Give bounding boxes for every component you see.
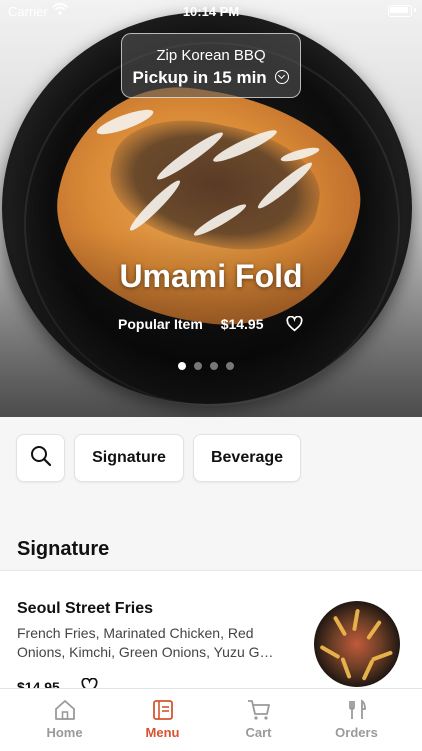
menu-item-card[interactable]: Seoul Street Fries French Fries, Marinat… — [0, 570, 422, 701]
tab-cart[interactable]: Cart — [206, 689, 311, 751]
tab-label: Cart — [245, 725, 272, 740]
carousel-dot[interactable] — [226, 362, 234, 370]
cart-icon — [206, 699, 311, 721]
item-name: Seoul Street Fries — [17, 600, 154, 617]
tab-home[interactable]: Home — [12, 689, 117, 751]
favorite-heart-icon[interactable] — [286, 315, 303, 337]
battery-icon — [388, 5, 412, 17]
restaurant-name: Zip Korean BBQ — [156, 47, 266, 64]
search-icon — [30, 445, 52, 472]
tab-menu[interactable]: Menu — [110, 689, 215, 751]
home-icon — [12, 699, 117, 721]
item-thumbnail — [314, 601, 400, 687]
clock: 10:14 PM — [182, 4, 240, 19]
tab-bar: Home Menu Cart Orders — [0, 688, 422, 751]
tab-label: Menu — [145, 725, 180, 740]
chevron-down-icon — [275, 69, 290, 84]
featured-item-title: Umami Fold — [119, 258, 303, 294]
search-button[interactable] — [16, 434, 65, 482]
item-description: French Fries, Marinated Chicken, Red Oni… — [17, 625, 274, 660]
menu-icon — [110, 699, 215, 721]
featured-hero[interactable]: Carrier 10:14 PM Zip Korean BBQ Pickup i… — [0, 0, 422, 417]
featured-tag: Popular Item — [118, 316, 203, 332]
category-chip-signature[interactable]: Signature — [74, 434, 184, 482]
tab-label: Home — [46, 725, 83, 740]
orders-icon — [304, 699, 409, 721]
carousel-pagination[interactable] — [178, 357, 242, 375]
carousel-dot[interactable] — [178, 362, 186, 370]
pickup-time: Pickup in 15 min — [132, 68, 267, 87]
section-title: Signature — [17, 538, 110, 560]
pickup-location-selector[interactable]: Zip Korean BBQ Pickup in 15 min — [121, 33, 301, 98]
category-chip-beverage[interactable]: Beverage — [193, 434, 301, 482]
carousel-dot[interactable] — [194, 362, 202, 370]
carousel-dot[interactable] — [210, 362, 218, 370]
status-bar: Carrier 10:14 PM — [0, 0, 422, 24]
tab-label: Orders — [335, 725, 378, 740]
featured-price: $14.95 — [220, 316, 264, 332]
category-filter-bar: Signature Beverage Signature — [0, 417, 422, 570]
tab-orders[interactable]: Orders — [304, 689, 409, 751]
